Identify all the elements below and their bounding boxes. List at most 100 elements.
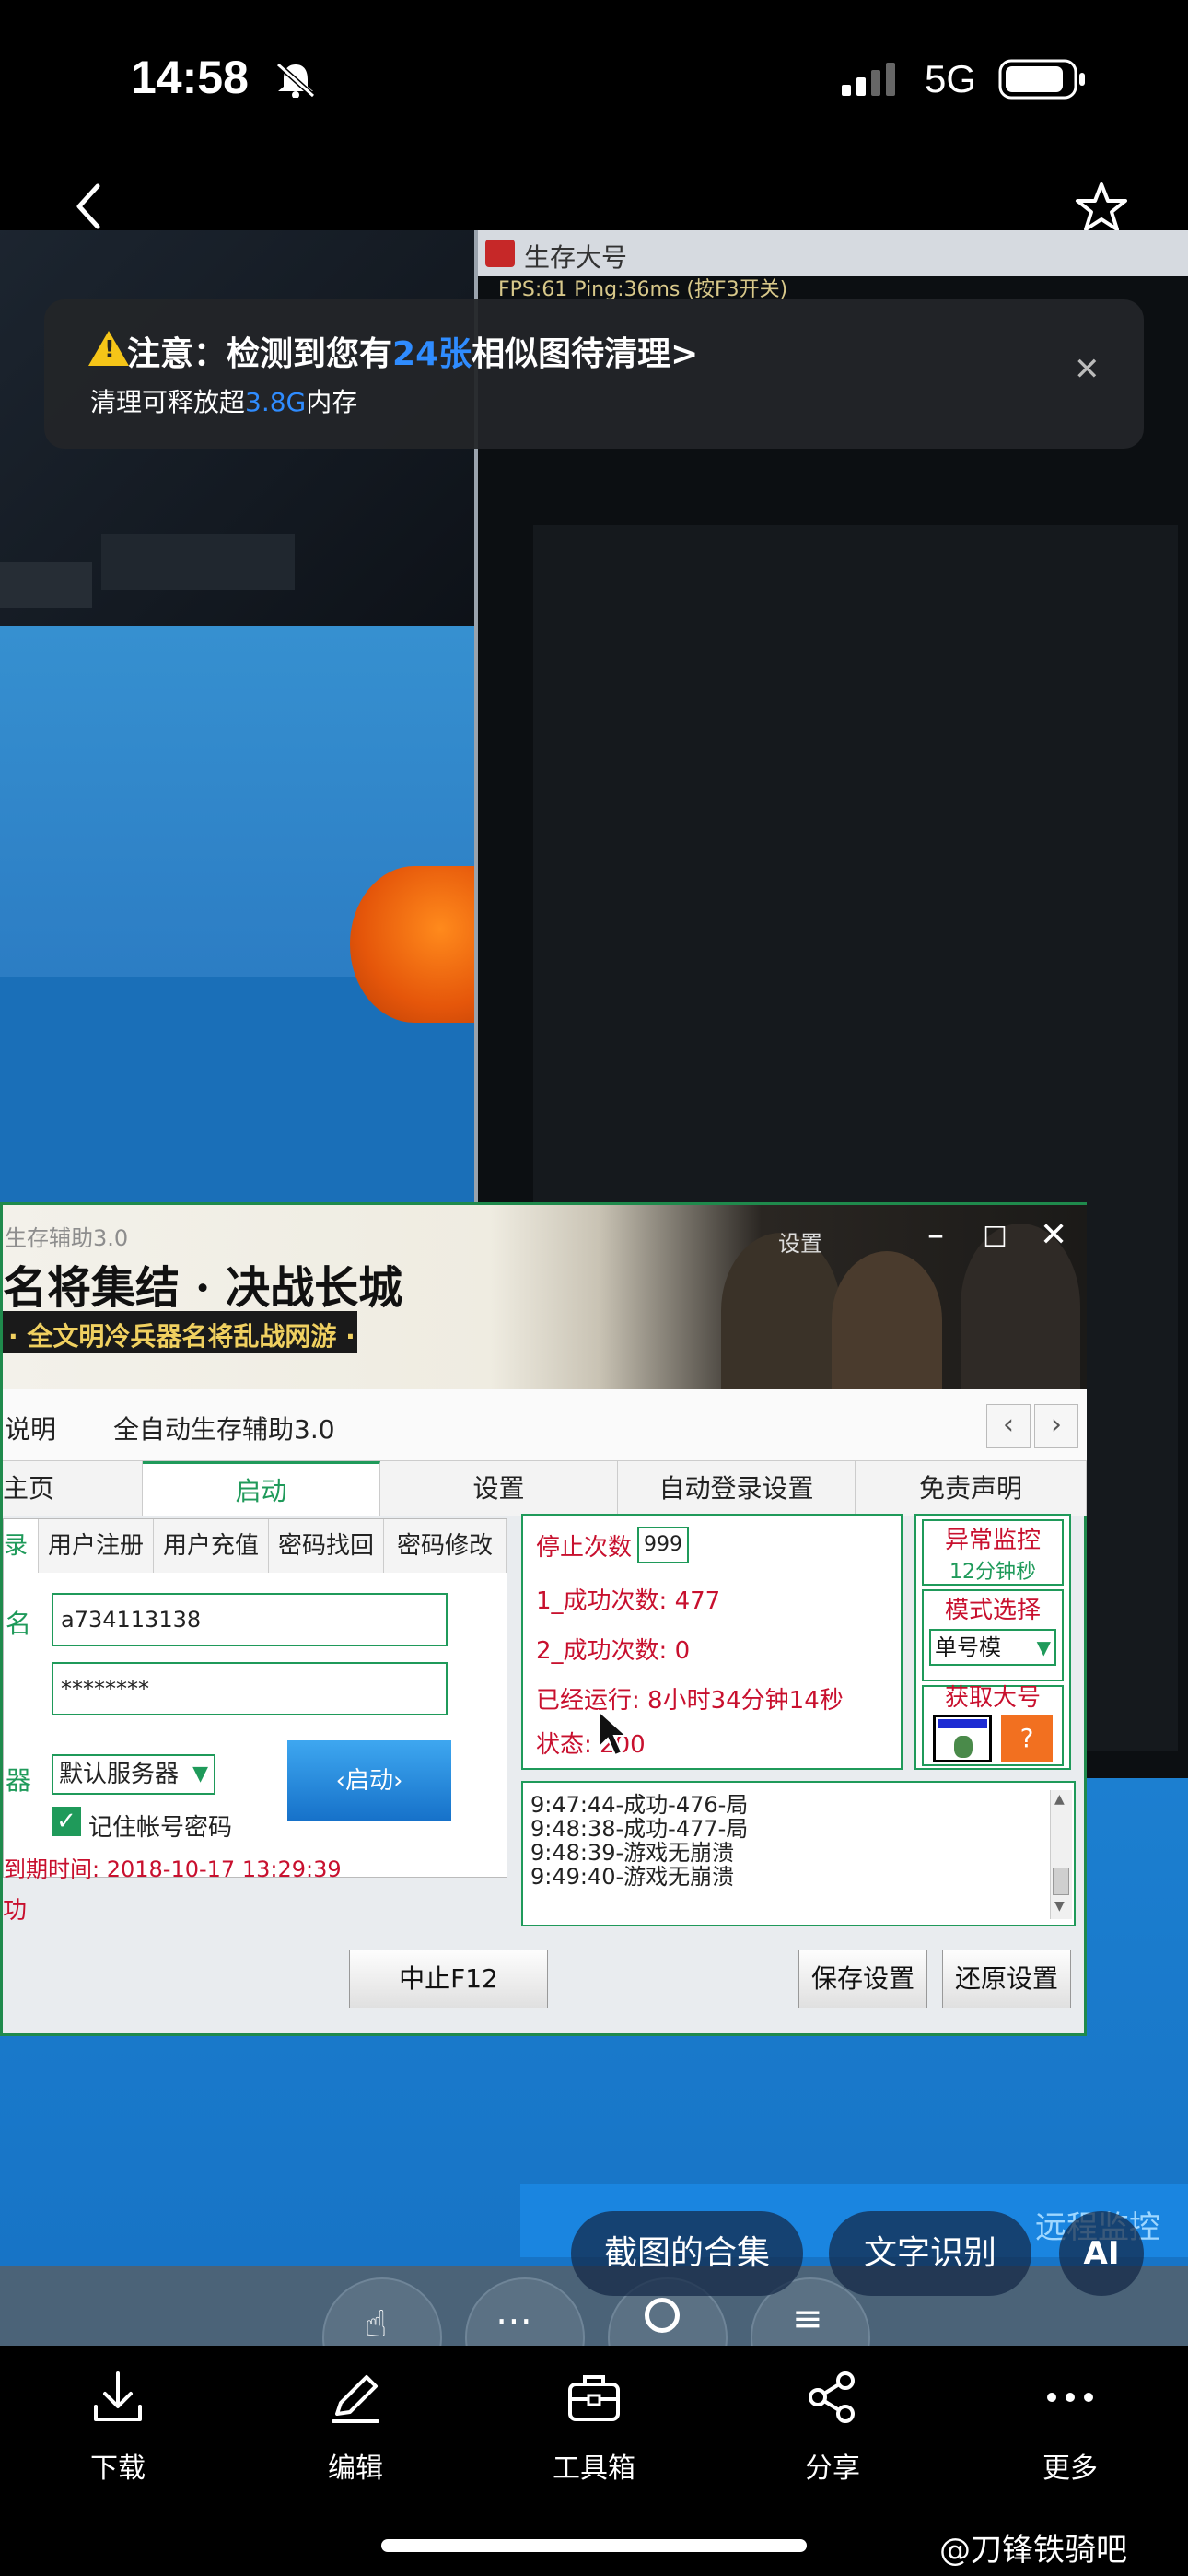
toolbox-button[interactable]: 工具箱: [530, 2368, 658, 2486]
menu-app-title: 全自动生存辅助3.0: [113, 1414, 335, 1445]
scroll-down-icon[interactable]: ▼: [1054, 1899, 1065, 1914]
remember-checkbox[interactable]: ✓: [52, 1807, 81, 1836]
chevron-down-icon: ▼: [1036, 1636, 1051, 1658]
home-indicator: [381, 2539, 807, 2552]
chevron-down-icon: ▼: [192, 1762, 208, 1786]
scroll-up-icon[interactable]: ▲: [1054, 1792, 1065, 1807]
tab-start[interactable]: 启动: [143, 1461, 380, 1516]
banner-strip: · 全文明冷兵器名将乱战网游 ·: [3, 1311, 357, 1353]
more-label: 更多: [1042, 2453, 1098, 2485]
password-input[interactable]: ********: [52, 1662, 448, 1715]
question-button[interactable]: ?: [1001, 1715, 1053, 1762]
tab-disclaimer[interactable]: 免责声明: [856, 1461, 1087, 1516]
app-thumbnail[interactable]: [933, 1715, 992, 1762]
tab-home[interactable]: 主页: [3, 1461, 143, 1516]
subtab-recover[interactable]: 密码找回: [269, 1519, 384, 1573]
star-icon[interactable]: [1074, 181, 1129, 236]
banner-settings-link[interactable]: 设置: [778, 1225, 822, 1258]
minimize-icon[interactable]: –: [927, 1216, 944, 1254]
record-circle-icon: [645, 2298, 680, 2333]
edit-label: 编辑: [328, 2453, 383, 2485]
banner-title: 名将集结 · 决战长城: [3, 1262, 403, 1314]
notice-free-prefix: 清理可释放超: [90, 387, 246, 417]
toolbox-label: 工具箱: [553, 2453, 635, 2485]
start-button[interactable]: ‹启动›: [287, 1740, 451, 1821]
share-button[interactable]: 分享: [768, 2368, 897, 2486]
server-select[interactable]: 默认服务器 ▼: [52, 1754, 215, 1795]
status-code: 状态: 200: [536, 1731, 646, 1759]
status-text: 功: [3, 1897, 28, 1925]
subtab-change-password[interactable]: 密码修改: [384, 1519, 507, 1573]
server-select-value: 默认服务器: [59, 1761, 180, 1788]
desktop-logo: [350, 866, 479, 1023]
mode-select[interactable]: 单号模 ▼: [929, 1629, 1056, 1666]
dots-grid-icon: ⋯: [495, 2300, 532, 2342]
running-time: 已经运行: 8小时34分钟14秒: [536, 1687, 844, 1715]
mode-box: 模式选择 单号模 ▼: [922, 1589, 1064, 1681]
monitor-value: 12分钟秒: [949, 1561, 1036, 1584]
game-window-title: 生存大号: [524, 242, 628, 273]
close-icon[interactable]: ✕: [1040, 1216, 1067, 1254]
subtab-login[interactable]: 录: [4, 1519, 39, 1573]
screenshot-photo[interactable]: 生存大号 FPS:61 Ping:36ms (按F3开关) 远程监控 ☝ ⋯ ≡…: [0, 230, 1188, 2346]
more-button[interactable]: 更多: [1006, 2368, 1135, 2486]
download-icon: [53, 2368, 182, 2432]
scroll-thumb[interactable]: [1053, 1868, 1069, 1895]
subtab-register[interactable]: 用户注册: [39, 1519, 154, 1573]
ocr-chip[interactable]: 文字识别: [829, 2211, 1031, 2296]
close-icon[interactable]: ✕: [1074, 351, 1101, 388]
get-account-box: 获取大号 ?: [922, 1685, 1064, 1766]
monitor-box: 异常监控 12分钟秒: [922, 1519, 1064, 1586]
helper-menubar: 说明 全自动生存辅助3.0 ‹ ›: [3, 1389, 1087, 1461]
notice-count: 24张: [392, 335, 472, 373]
notice-free-suffix: 内存: [306, 387, 358, 417]
stats-panel: 停止次数 999 1_成功次数: 477 2_成功次数: 0 已经运行: 8小时…: [521, 1514, 903, 1770]
source-watermark: @刀锋铁骑吧: [939, 2532, 1127, 2569]
nav-next-icon[interactable]: ›: [1034, 1404, 1078, 1448]
edit-icon: [291, 2368, 420, 2432]
cursor-icon: [598, 1709, 628, 1757]
duplicate-photo-notice[interactable]: 注意：检测到您有24张相似图待清理> 清理可释放超3.8G内存 ✕: [44, 299, 1144, 449]
notice-line-2: 清理可释放超3.8G内存: [90, 382, 357, 419]
status-time: 14:58: [131, 52, 249, 103]
banner-figure: [832, 1251, 942, 1389]
menu-help[interactable]: 说明: [5, 1410, 56, 1446]
notice-prefix: 注意：检测到您有: [127, 335, 393, 373]
monitor-title: 异常监控: [944, 1527, 1041, 1554]
log-scrollbar[interactable]: ▲ ▼: [1050, 1790, 1072, 1919]
download-button[interactable]: 下载: [53, 2368, 182, 2486]
nav-prev-icon[interactable]: ‹: [986, 1404, 1031, 1448]
restore-settings-button[interactable]: 还原设置: [942, 1950, 1071, 2008]
share-label: 分享: [805, 2453, 860, 2485]
status-bar: 14:58 5G: [0, 0, 1188, 166]
stop-f12-button[interactable]: 中止F12: [349, 1950, 548, 2008]
helper-window[interactable]: 生存辅助3.0 名将集结 · 决战长城 · 全文明冷兵器名将乱战网游 · 设置 …: [0, 1202, 1087, 2036]
banner-subtitle: · 全文明冷兵器名将乱战网游 ·: [8, 1321, 355, 1352]
get-account-title: 获取大号: [944, 1684, 1041, 1712]
username-label: 名: [6, 1609, 32, 1639]
toolbox-icon: [530, 2368, 658, 2432]
log-line: 9:49:40-游戏无崩溃: [530, 1864, 735, 1890]
back-icon[interactable]: [70, 181, 107, 232]
notice-line-1[interactable]: 注意：检测到您有24张相似图待清理>: [127, 327, 698, 375]
collection-chip[interactable]: 截图的合集: [571, 2211, 803, 2296]
save-settings-button[interactable]: 保存设置: [798, 1950, 927, 2008]
edit-button[interactable]: 编辑: [291, 2368, 420, 2486]
download-label: 下载: [90, 2453, 146, 2485]
ai-button[interactable]: AI: [1059, 2211, 1144, 2296]
maximize-icon[interactable]: ☐: [983, 1222, 1007, 1254]
mode-title: 模式选择: [944, 1597, 1041, 1624]
tab-settings[interactable]: 设置: [380, 1461, 618, 1516]
game-window-titlebar: 生存大号: [478, 230, 1188, 276]
tab-auto-login[interactable]: 自动登录设置: [618, 1461, 856, 1516]
mode-select-value: 单号模: [935, 1634, 1001, 1660]
game-icon: [485, 240, 515, 267]
notice-size: 3.8G: [245, 387, 307, 417]
more-icon: [1006, 2368, 1135, 2432]
log-box[interactable]: 9:47:44-成功-476-局 9:48:38-成功-477-局 9:48:3…: [521, 1781, 1076, 1926]
stop-count-input[interactable]: 999: [637, 1527, 689, 1563]
subtab-recharge[interactable]: 用户充值: [154, 1519, 269, 1573]
helper-watermark-title: 生存辅助3.0: [5, 1225, 129, 1251]
signal-icon: [842, 63, 895, 96]
username-input[interactable]: a734113138: [52, 1593, 448, 1646]
